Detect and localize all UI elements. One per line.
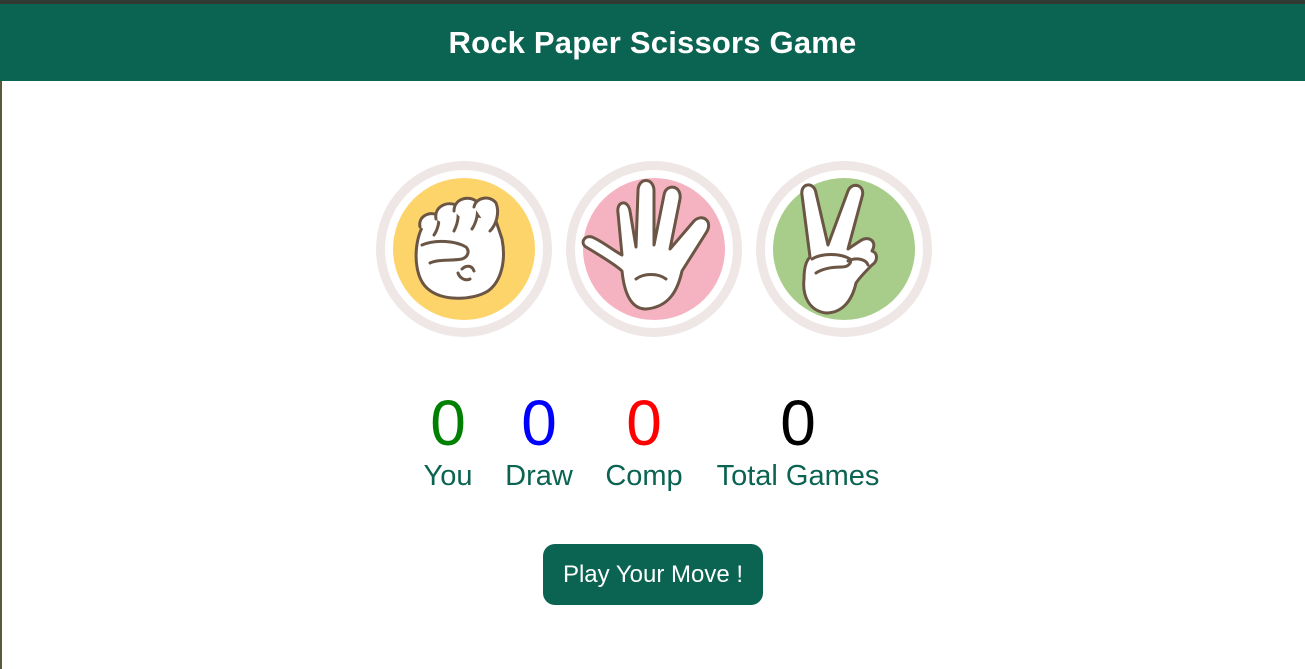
score-draw: 0 Draw xyxy=(505,388,573,494)
user-score-value: 0 xyxy=(430,387,466,459)
choice-group xyxy=(376,161,932,337)
draw-score-value: 0 xyxy=(521,387,557,459)
score-total: 0 Total Games xyxy=(717,388,880,494)
score-you: 0 You xyxy=(424,388,473,494)
scissors-choice[interactable] xyxy=(756,161,932,337)
total-games-label: Total Games xyxy=(716,460,880,492)
draw-score-label: Draw xyxy=(505,460,573,492)
rock-choice[interactable] xyxy=(376,161,552,337)
rock-hand-icon xyxy=(414,196,505,300)
computer-score-value: 0 xyxy=(626,387,662,459)
user-score-label: You xyxy=(423,460,473,492)
paper-choice[interactable] xyxy=(566,161,742,337)
score-comp: 0 Comp xyxy=(605,388,682,494)
app-header: Rock Paper Scissors Game xyxy=(0,4,1305,81)
total-games-value: 0 xyxy=(780,387,816,459)
window-left-border xyxy=(0,81,2,669)
play-move-button[interactable]: Play Your Move ! xyxy=(543,544,763,605)
score-board: 0 You 0 Draw 0 Comp 0 Total Games xyxy=(0,388,1305,498)
page-title: Rock Paper Scissors Game xyxy=(448,24,857,60)
scissors-hand-icon xyxy=(800,183,878,315)
computer-score-label: Comp xyxy=(605,460,683,492)
paper-hand-icon xyxy=(581,179,711,311)
